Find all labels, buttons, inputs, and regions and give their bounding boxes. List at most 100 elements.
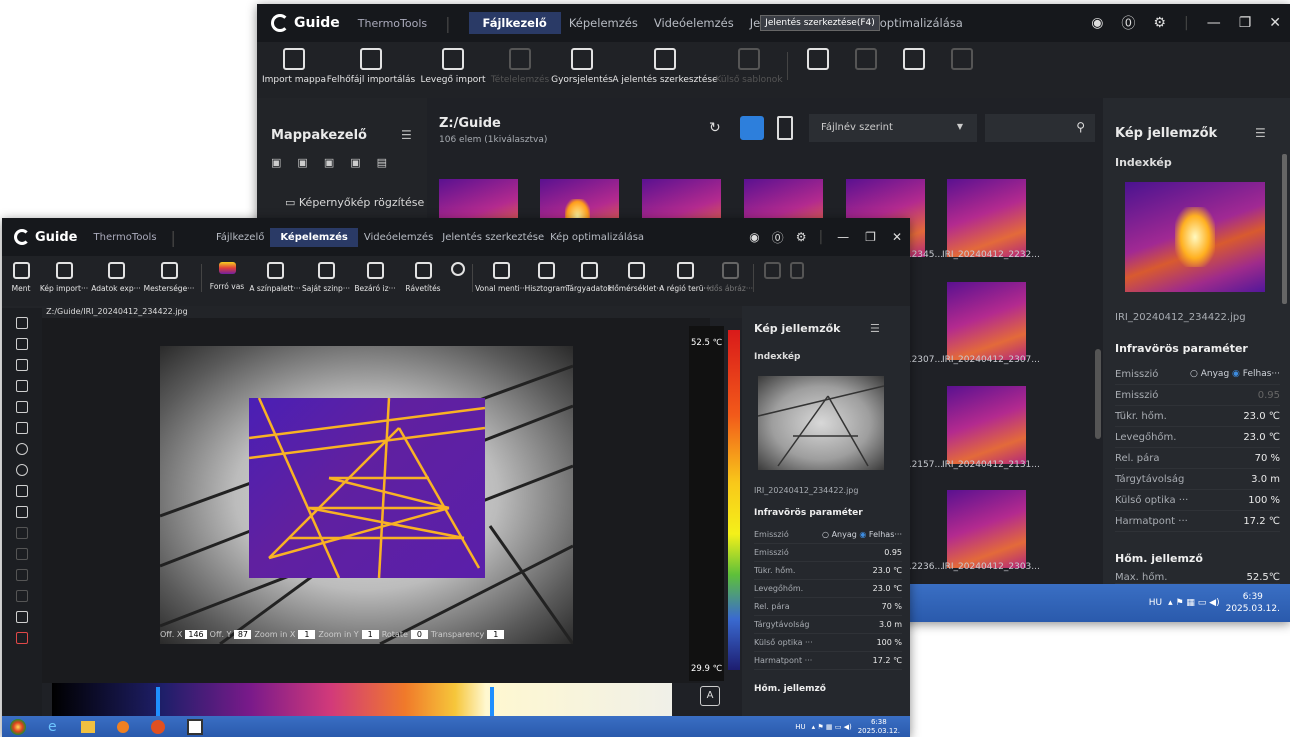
language-indicator[interactable]: HU [795, 723, 805, 731]
minimize-icon[interactable]: — [829, 230, 857, 244]
line-profile-button[interactable]: Vonal menti··· [475, 256, 527, 293]
language-indicator[interactable]: HU [1149, 598, 1162, 608]
time-chart-button[interactable]: Idős ábráz··· [707, 256, 753, 293]
browser-icon[interactable]: e [48, 719, 57, 735]
scrollbar[interactable] [1282, 154, 1287, 304]
import-folder-button[interactable]: Import mappa [262, 42, 326, 85]
eraser-icon[interactable] [16, 611, 28, 623]
tab-video-analysis[interactable]: Videóelemzés [358, 232, 439, 243]
param-row[interactable]: Külső optika ··· 100 % [1115, 490, 1280, 511]
clock[interactable]: 6:38 2025.03.12. [858, 718, 900, 736]
thumbnail[interactable] [947, 386, 1026, 464]
scale-min[interactable]: 29.9 ℃ [691, 664, 722, 674]
clock[interactable]: 6:39 2025.03.12. [1226, 591, 1280, 615]
object-data-button[interactable]: Tárgyadatok [566, 256, 612, 293]
restore-icon[interactable]: ❐ [1230, 15, 1261, 31]
image-canvas[interactable]: Off. X 146 Off. Y 87 Zoom in X1 Zoom in Y1… [42, 318, 710, 683]
help-icon[interactable]: ⓪ [1112, 13, 1144, 33]
line-icon[interactable] [16, 359, 28, 371]
tray-icons[interactable]: ▴ ⚑ ▦ ▭ ◀) [1168, 598, 1219, 608]
thermotools-icon[interactable] [186, 718, 203, 735]
grid-view-button[interactable] [740, 116, 764, 140]
custom-palette-button[interactable]: Saját szinp··· [301, 256, 351, 293]
cloud-import-button[interactable]: Felhőfájl importálás [325, 42, 417, 85]
help-icon[interactable]: ⓪ [766, 229, 790, 246]
rotate-input[interactable]: 0 [410, 630, 428, 639]
histogram-button[interactable]: Hisztogram [525, 256, 567, 293]
start-button[interactable] [10, 718, 26, 735]
region-icon[interactable] [16, 485, 28, 497]
image-insert-button[interactable] [938, 42, 986, 70]
palette-button[interactable]: Forró vas [205, 256, 249, 291]
tray-icons[interactable]: ▴ ⚑ ▦ ▭ ◀) [812, 723, 852, 731]
search-input[interactable]: ⚲ [985, 114, 1095, 142]
tab-optimization[interactable]: optimalizálása [880, 16, 971, 30]
histogram-bar[interactable] [52, 683, 672, 719]
move-folder-icon[interactable]: ▣ [324, 156, 334, 169]
param-row[interactable]: Max. hőm. 52.5℃ [1115, 572, 1280, 584]
paste-icon[interactable] [16, 548, 28, 560]
external-templates-button[interactable]: Külső sablonok [715, 42, 783, 85]
settings-icon[interactable]: ⚙ [790, 230, 813, 244]
polygon-icon[interactable] [16, 506, 28, 518]
param-row[interactable]: Emisszió 0.95 [754, 544, 902, 562]
scale-max[interactable]: 52.5 ℃ [691, 338, 722, 348]
param-row[interactable]: Tükr. hőm. 23.0 ℃ [1115, 406, 1280, 427]
menu-icon[interactable]: ☰ [401, 128, 412, 142]
thumbnail[interactable] [947, 490, 1026, 568]
explorer-icon[interactable] [80, 720, 95, 733]
tab-video-analysis[interactable]: Videóelemzés [646, 16, 742, 30]
trash-icon[interactable] [16, 632, 28, 644]
isotherm-button[interactable]: Bezáró iz··· [351, 256, 399, 293]
thumbnail[interactable] [947, 179, 1026, 257]
refresh-icon[interactable]: ↻ [709, 120, 721, 136]
minimize-icon[interactable]: — [1198, 15, 1230, 31]
collapse-icon[interactable]: ☰ [1255, 126, 1266, 140]
range-handle[interactable] [156, 687, 160, 717]
tab-image-analysis[interactable]: Képelemzés [270, 227, 358, 247]
3d-button[interactable] [447, 256, 469, 276]
copy-icon[interactable] [16, 527, 28, 539]
emission-radio-group[interactable]: ○ Anyag ◉ Felhas··· [822, 530, 902, 539]
param-row[interactable]: Tárgytávolság 3.0 m [1115, 469, 1280, 490]
user-icon[interactable]: ◉ [1082, 15, 1112, 31]
zoom-x-input[interactable]: 1 [298, 630, 316, 639]
add-folder-icon[interactable]: ▣ [297, 156, 307, 169]
thumbnail[interactable] [947, 282, 1026, 360]
palette-select-button[interactable]: A színpalett··· [249, 256, 301, 293]
param-row[interactable]: Harmatpont ··· 17.2 ℃ [754, 652, 902, 670]
ai-button[interactable]: Mestersége··· [140, 256, 198, 293]
edit-report-button[interactable]: A jelentés szerkesztése [612, 42, 718, 85]
param-row[interactable]: Harmatpont ··· 17.2 ℃ [1115, 511, 1280, 532]
zoom-y-input[interactable]: 1 [361, 630, 379, 639]
save-button[interactable]: Ment [6, 256, 36, 293]
tab-image-analysis[interactable]: Képelemzés [561, 16, 646, 30]
circle-icon[interactable] [16, 443, 28, 455]
user-icon[interactable]: ◉ [743, 230, 765, 244]
firefox-icon[interactable] [150, 719, 165, 734]
new-folder-icon[interactable]: ▣ [271, 156, 281, 169]
polyline-icon[interactable] [16, 380, 28, 392]
overlay-button[interactable]: Rávetítés [399, 256, 447, 293]
region-area-button[interactable]: A régió terü··· [659, 256, 711, 293]
tab-report-edit[interactable]: Jelentés szerkeztése [439, 232, 547, 243]
comment-button[interactable] [757, 256, 787, 279]
param-row[interactable]: Levegőhőm. 23.0 ℃ [754, 580, 902, 598]
offset-x-input[interactable]: 146 [185, 630, 207, 639]
param-row[interactable]: Tükr. hőm. 23.0 ℃ [754, 562, 902, 580]
data-export-button[interactable]: Adatok exp··· [91, 256, 141, 293]
comment-button[interactable] [842, 42, 890, 70]
image-button[interactable] [787, 256, 807, 279]
quick-report-button[interactable]: Gyorsjelentés [551, 42, 613, 85]
rectangle-icon[interactable] [16, 422, 28, 434]
pointer-icon[interactable] [16, 317, 28, 329]
text-box-button[interactable] [890, 42, 938, 70]
param-row[interactable]: Rel. pára 70 % [1115, 448, 1280, 469]
list-view-icon[interactable] [777, 116, 793, 140]
temperature-button[interactable]: Hőmérséklet··· [609, 256, 663, 293]
auto-range-button[interactable]: A [700, 686, 720, 706]
offset-y-input[interactable]: 87 [234, 630, 252, 639]
duplicate-icon[interactable] [16, 569, 28, 581]
collapse-icon[interactable]: ☰ [870, 322, 880, 335]
param-row[interactable]: Emisszió 0.95 [1115, 385, 1280, 406]
